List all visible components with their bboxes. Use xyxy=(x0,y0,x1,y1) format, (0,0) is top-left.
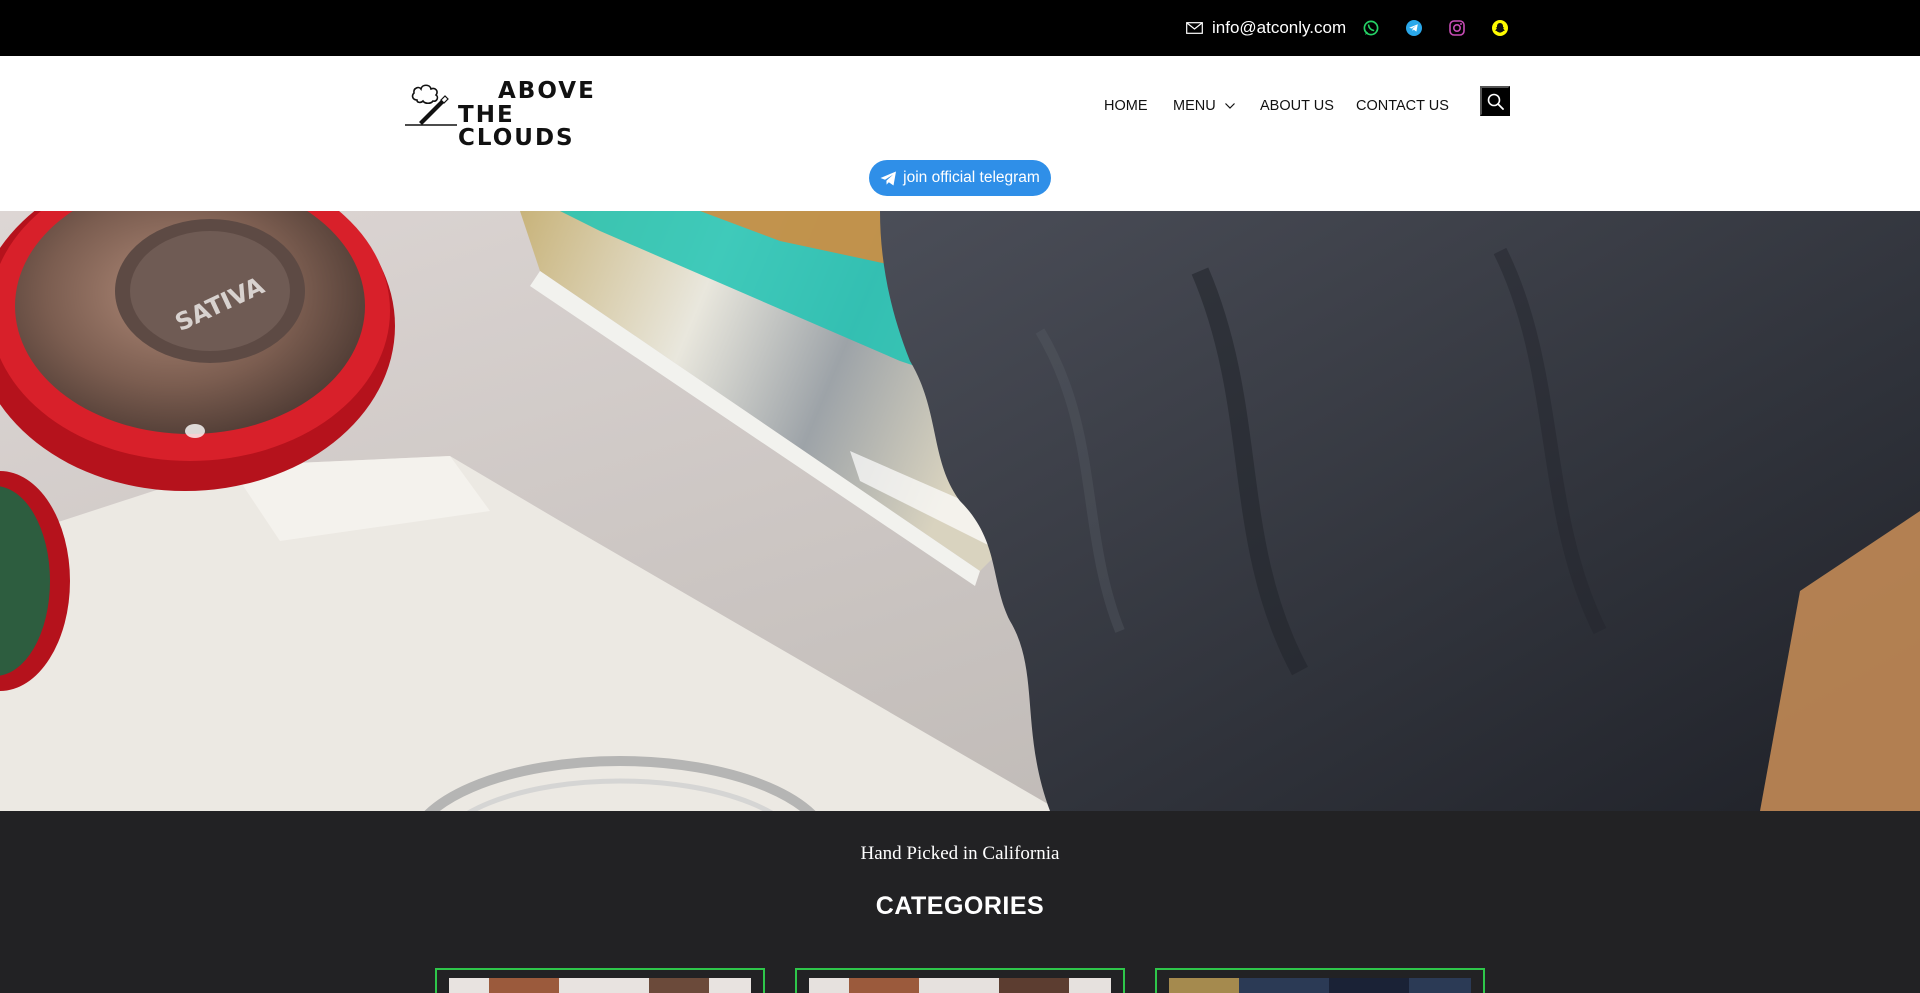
nav-menu[interactable]: MENU xyxy=(1173,92,1235,120)
search-button[interactable] xyxy=(1480,86,1510,116)
section-tagline: Hand Picked in California xyxy=(860,843,1060,864)
category-thumbnail xyxy=(809,978,1111,993)
join-telegram-label: join official telegram xyxy=(903,169,1040,186)
whatsapp-icon xyxy=(1363,20,1379,36)
snapchat-link[interactable] xyxy=(1490,18,1510,38)
search-icon xyxy=(1487,93,1504,110)
site-logo[interactable]: ABOVE THE CLOUDS xyxy=(405,78,635,150)
hero-photo: SATIVA xyxy=(0,211,1920,811)
telegram-plane-icon xyxy=(880,171,897,185)
categories-section: Hand Picked in California CATEGORIES xyxy=(0,811,1920,993)
chevron-down-icon xyxy=(1224,103,1235,110)
instagram-link[interactable] xyxy=(1447,18,1467,38)
telegram-icon xyxy=(1406,20,1422,36)
category-card[interactable] xyxy=(1155,968,1485,993)
nav-menu-label: MENU xyxy=(1173,98,1216,114)
email-link[interactable]: info@atconly.com xyxy=(1186,17,1346,39)
category-thumbnail xyxy=(449,978,751,993)
category-thumbnail xyxy=(1169,978,1471,993)
telegram-link[interactable] xyxy=(1404,18,1424,38)
snapchat-icon xyxy=(1492,20,1508,36)
logo-line-1: ABOVE xyxy=(498,78,596,104)
section-title: CATEGORIES xyxy=(875,892,1045,920)
hero-image: SATIVA xyxy=(0,211,1920,811)
cloud-logo-icon xyxy=(405,84,457,126)
instagram-icon xyxy=(1449,20,1465,36)
nav-about-us[interactable]: ABOUT US xyxy=(1260,92,1334,120)
nav-home[interactable]: HOME xyxy=(1104,92,1148,120)
top-bar: info@atconly.com xyxy=(0,0,1920,56)
logo-line-2: THE CLOUDS xyxy=(458,102,575,151)
join-telegram-button[interactable]: join official telegram xyxy=(869,160,1051,196)
category-card[interactable] xyxy=(795,968,1125,993)
site-header: ABOVE THE CLOUDS HOME MENU ABOUT US CONT… xyxy=(0,56,1920,211)
email-text: info@atconly.com xyxy=(1212,18,1347,37)
mail-icon xyxy=(1186,22,1203,34)
nav-contact-us[interactable]: CONTACT US xyxy=(1356,92,1449,120)
whatsapp-link[interactable] xyxy=(1361,18,1381,38)
category-card[interactable] xyxy=(435,968,765,993)
